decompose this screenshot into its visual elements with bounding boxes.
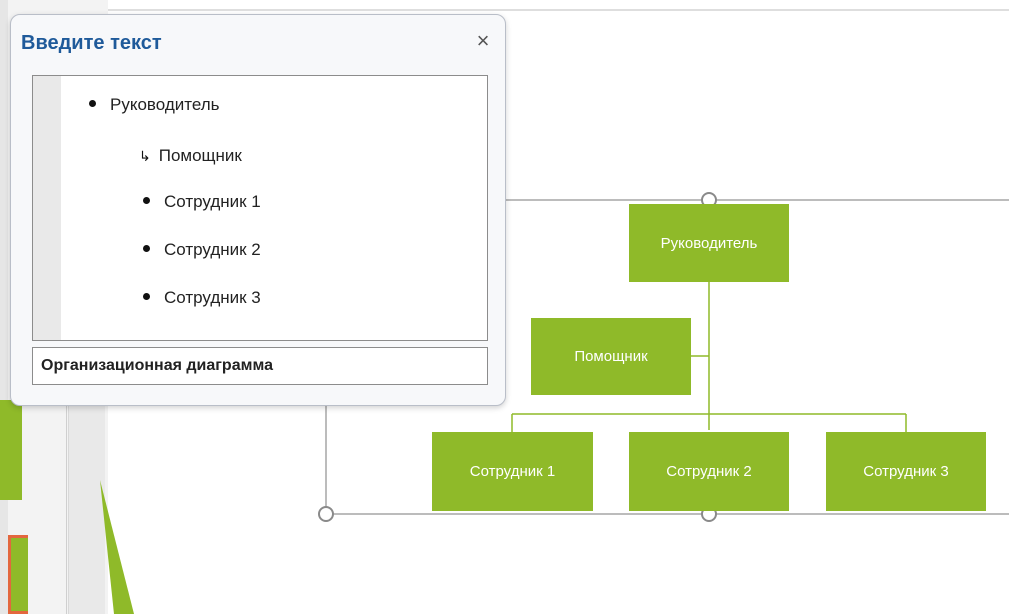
decorative-wedge <box>100 480 134 614</box>
bullet-icon <box>89 100 96 108</box>
smartart-text-pane: Введите текст × Руководитель ↳ Помощник С… <box>10 14 506 406</box>
org-box-employee-1[interactable]: Сотрудник 1 <box>432 432 593 511</box>
resize-handle-bottom-left[interactable] <box>318 506 334 522</box>
list-item-assistant[interactable]: ↳ Помощник <box>139 146 242 166</box>
org-box-manager[interactable]: Руководитель <box>629 204 789 282</box>
bullet-icon <box>143 197 150 205</box>
pane-footer-layout-name[interactable]: Организационная диаграмма <box>32 347 488 385</box>
org-box-assistant[interactable]: Помощник <box>531 318 691 395</box>
list-item-label: Руководитель <box>110 95 220 114</box>
close-icon[interactable]: × <box>471 29 495 53</box>
org-box-employee-3[interactable]: Сотрудник 3 <box>826 432 986 511</box>
text-pane-list[interactable]: Руководитель ↳ Помощник Сотрудник 1 Сотру… <box>32 75 488 341</box>
bullet-icon <box>143 245 150 253</box>
list-item-manager[interactable]: Руководитель <box>89 95 220 115</box>
assistant-arrow-icon: ↳ <box>139 148 151 164</box>
list-gutter <box>33 76 61 340</box>
list-item-employee-1[interactable]: Сотрудник 1 <box>143 192 261 212</box>
list-item-label: Помощник <box>158 146 242 165</box>
bullet-icon <box>143 293 150 301</box>
list-item-label: Сотрудник 1 <box>164 192 261 211</box>
list-item-label: Сотрудник 2 <box>164 240 261 259</box>
list-item-employee-3[interactable]: Сотрудник 3 <box>143 288 261 308</box>
pane-title: Введите текст <box>21 32 162 54</box>
list-item-label: Сотрудник 3 <box>164 288 261 307</box>
org-box-employee-2[interactable]: Сотрудник 2 <box>629 432 789 511</box>
list-item-employee-2[interactable]: Сотрудник 2 <box>143 240 261 260</box>
